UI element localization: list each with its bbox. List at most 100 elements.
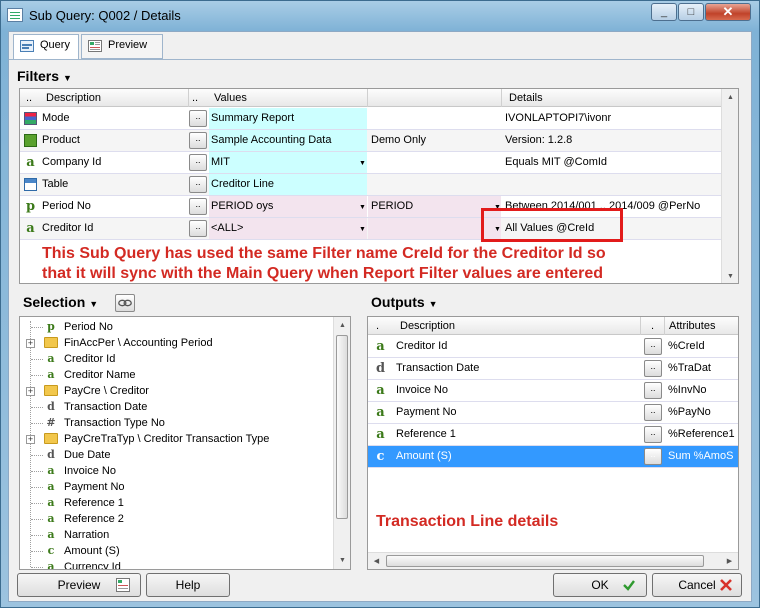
- output-attr-button[interactable]: ..: [644, 448, 662, 465]
- filter-row[interactable]: a Creditor Id.. <ALL> ▼ ▼ All Values @CreId: [20, 218, 738, 240]
- expand-icon[interactable]: +: [26, 387, 35, 396]
- filter-row[interactable]: Product.. Sample Accounting Data Demo Only…: [20, 130, 738, 152]
- filter-value2: PERIOD: [371, 200, 414, 212]
- tree-item[interactable]: a Creditor Name: [20, 367, 350, 383]
- col-separator: [501, 89, 502, 107]
- minimize-button[interactable]: _: [651, 3, 677, 21]
- tree-item[interactable]: a Narration: [20, 527, 350, 543]
- cancel-button[interactable]: Cancel: [652, 573, 742, 597]
- maximize-button[interactable]: □: [678, 3, 704, 21]
- tree-connector: [31, 519, 43, 520]
- mode-icon: [24, 112, 37, 125]
- filters-col-details[interactable]: Details: [509, 92, 543, 104]
- query-icon: [20, 40, 34, 52]
- filters-col-description[interactable]: Description: [46, 92, 101, 104]
- preview-icon: [88, 40, 102, 52]
- tree-item[interactable]: a Payment No: [20, 479, 350, 495]
- output-attr-button[interactable]: ..: [644, 404, 662, 421]
- outputs-col-description[interactable]: Description: [400, 320, 455, 332]
- close-button[interactable]: ✕: [705, 3, 751, 21]
- filter-row[interactable]: a Company Id.. MIT ▼ Equals MIT @ComId: [20, 152, 738, 174]
- tree-item-label: Due Date: [64, 449, 111, 461]
- filter-value-button[interactable]: ..: [189, 176, 207, 193]
- type-a-icon: a: [47, 512, 55, 525]
- output-attr-button[interactable]: ..: [644, 360, 662, 377]
- output-row[interactable]: a Creditor Id.. %CreId: [368, 336, 738, 358]
- tree-item[interactable]: + FinAccPer \ Accounting Period: [20, 335, 350, 351]
- expand-icon[interactable]: +: [26, 339, 35, 348]
- output-attr-button[interactable]: ..: [644, 338, 662, 355]
- output-attr-button[interactable]: ..: [644, 426, 662, 443]
- filter-row[interactable]: p Period No.. PERIOD oys ▼ PERIOD ▼ Between 20…: [20, 196, 738, 218]
- title-bar[interactable]: Sub Query: Q002 / Details _ □ ✕: [1, 1, 759, 31]
- output-description: Creditor Id: [396, 340, 448, 352]
- tree-item[interactable]: a Creditor Id: [20, 351, 350, 367]
- output-row[interactable]: a Reference 1.. %Reference1: [368, 424, 738, 446]
- tree-item[interactable]: a Reference 2: [20, 511, 350, 527]
- tree-item[interactable]: p Period No: [20, 319, 350, 335]
- output-attributes: %CreId: [668, 340, 705, 352]
- selection-scrollbar[interactable]: ▲ ▼: [333, 317, 350, 569]
- tree-item[interactable]: d Transaction Date: [20, 399, 350, 415]
- selection-scroll-thumb[interactable]: [336, 335, 348, 519]
- filter-value: Creditor Line: [211, 178, 274, 190]
- chevron-down-icon: ▼: [428, 299, 438, 309]
- tree-item[interactable]: + PayCreTraTyp \ Creditor Transaction Typ…: [20, 431, 350, 447]
- dropdown-arrow-icon[interactable]: ▼: [359, 153, 366, 174]
- type-a-icon: a: [47, 528, 55, 541]
- cancel-button-label: Cancel: [678, 578, 716, 592]
- tree-item[interactable]: a Reference 1: [20, 495, 350, 511]
- filters-col-values[interactable]: Values: [214, 92, 247, 104]
- preview-button[interactable]: Preview: [17, 573, 141, 597]
- filter-row[interactable]: Mode.. Summary Report IVONLAPTOPI7\ivonr: [20, 108, 738, 130]
- dropdown-arrow-icon[interactable]: ▼: [359, 197, 366, 218]
- scroll-right-icon[interactable]: ▶: [721, 553, 738, 569]
- tree-item[interactable]: c Amount (S): [20, 543, 350, 559]
- selection-menu[interactable]: Selection ▼: [23, 294, 98, 310]
- tree-item[interactable]: # Transaction Type No: [20, 415, 350, 431]
- tree-item[interactable]: d Due Date: [20, 447, 350, 463]
- ok-button[interactable]: OK: [553, 573, 647, 597]
- scroll-up-icon[interactable]: ▲: [722, 89, 738, 106]
- type-a-icon: a: [47, 464, 55, 477]
- chevron-down-icon: ▼: [63, 73, 72, 83]
- scroll-up-icon[interactable]: ▲: [334, 317, 350, 334]
- output-row[interactable]: d Transaction Date.. %TraDat: [368, 358, 738, 380]
- filters-menu[interactable]: Filters ▼: [17, 68, 72, 84]
- filter-value-button[interactable]: ..: [189, 198, 207, 215]
- filters-annotation-line1: This Sub Query has used the same Filter …: [42, 245, 606, 262]
- filters-scrollbar[interactable]: ▲ ▼: [721, 89, 738, 283]
- filter-value-button[interactable]: ..: [189, 220, 207, 237]
- filter-value-button[interactable]: ..: [189, 110, 207, 127]
- scroll-down-icon[interactable]: ▼: [722, 268, 738, 283]
- filter-value-button[interactable]: ..: [189, 132, 207, 149]
- tree-item[interactable]: a Currency Id: [20, 559, 350, 569]
- filter-value2: [371, 152, 491, 173]
- filter-value-button[interactable]: ..: [189, 154, 207, 171]
- tab-query[interactable]: Query: [13, 34, 79, 60]
- help-button[interactable]: Help: [146, 573, 230, 597]
- expand-icon[interactable]: +: [26, 435, 35, 444]
- tree-connector: [31, 455, 43, 456]
- chevron-down-icon: ▼: [89, 299, 99, 309]
- filter-row[interactable]: Table.. Creditor Line: [20, 174, 738, 196]
- output-row[interactable]: c Amount (S).. Sum %AmoS: [368, 446, 738, 468]
- tree-item[interactable]: a Invoice No: [20, 463, 350, 479]
- output-row[interactable]: a Invoice No.. %InvNo: [368, 380, 738, 402]
- output-row[interactable]: a Payment No.. %PayNo: [368, 402, 738, 424]
- outputs-scroll-thumb[interactable]: [386, 555, 704, 567]
- dropdown-arrow-icon[interactable]: ▼: [359, 219, 366, 240]
- tree-item-label: Invoice No: [64, 465, 116, 477]
- tab-preview[interactable]: Preview: [81, 34, 163, 59]
- outputs-hscrollbar[interactable]: ◀ ▶: [368, 552, 738, 569]
- scroll-left-icon[interactable]: ◀: [368, 553, 385, 569]
- link-button[interactable]: [115, 294, 135, 312]
- filters-header: .. Description .. Values Details: [20, 89, 738, 107]
- outputs-menu[interactable]: Outputs ▼: [371, 294, 438, 310]
- tree-item[interactable]: + PayCre \ Creditor: [20, 383, 350, 399]
- type-a-icon: a: [47, 352, 55, 365]
- outputs-col-attributes[interactable]: Attributes: [669, 320, 715, 332]
- tree-connector: [31, 359, 43, 360]
- output-attr-button[interactable]: ..: [644, 382, 662, 399]
- scroll-down-icon[interactable]: ▼: [334, 552, 350, 569]
